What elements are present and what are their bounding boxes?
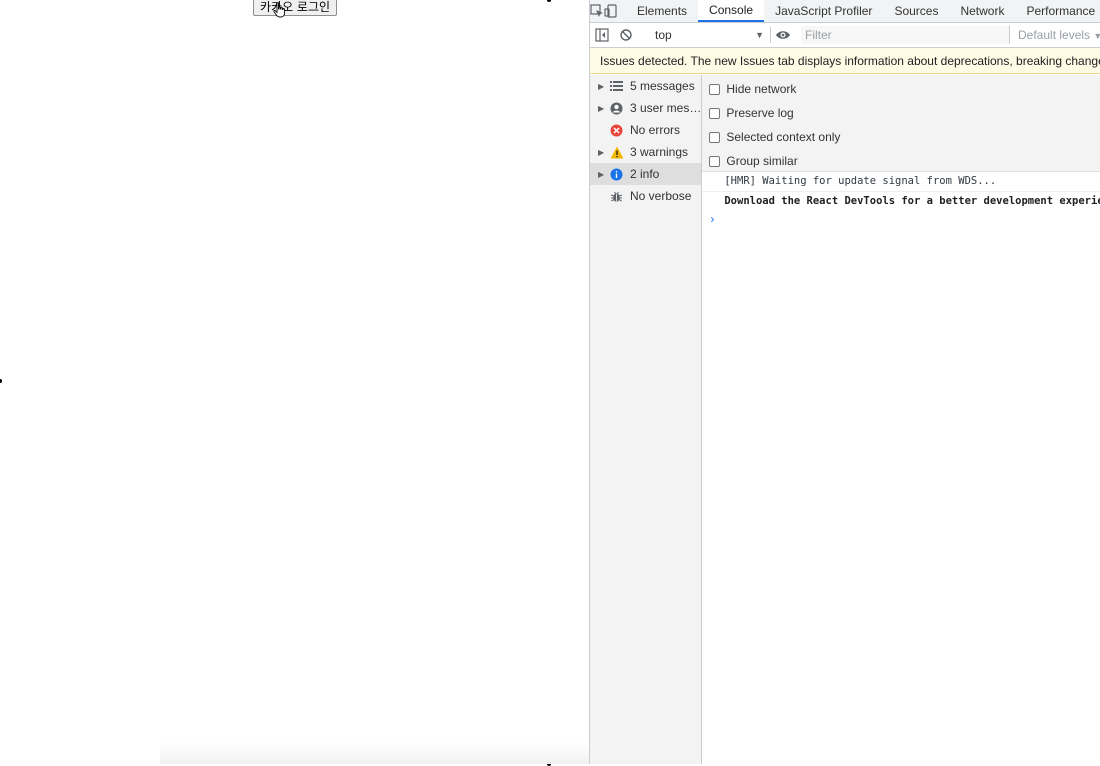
devtools-tabbar: Elements Console JavaScript Profiler Sou…	[590, 0, 1100, 23]
tab-network[interactable]: Network	[949, 0, 1015, 22]
console-main: Hide network Preserve log Selected conte…	[702, 75, 1100, 764]
tab-sources[interactable]: Sources	[883, 0, 949, 22]
console-prompt[interactable]: ›	[702, 211, 1100, 229]
option-label: Selected context only	[726, 130, 841, 144]
prompt-chevron-icon: ›	[710, 212, 715, 226]
warning-icon	[610, 146, 630, 159]
list-icon	[610, 81, 630, 91]
sidebar-item-errors[interactable]: No errors	[590, 119, 701, 141]
hand-pointer-icon	[273, 2, 285, 18]
sidebar-item-user-messages[interactable]: ▶ 3 user mes…	[590, 97, 701, 119]
checkbox[interactable]	[709, 107, 721, 119]
dropdown-arrow-icon: ▼	[1093, 31, 1100, 41]
sidebar-item-messages[interactable]: ▶ 5 messages	[590, 75, 701, 97]
dropdown-arrow-icon: ▼	[755, 30, 764, 40]
bug-icon	[610, 190, 630, 203]
sidebar-item-label: 2 info	[630, 167, 660, 181]
console-message[interactable]: [HMR] Waiting for update signal from WDS…	[702, 172, 1100, 192]
page-viewport: 카카오 로그인	[0, 0, 589, 766]
sidebar-item-verbose[interactable]: No verbose	[590, 185, 701, 207]
sidebar-item-label: 3 user mes…	[630, 101, 702, 115]
resize-handle[interactable]	[0, 379, 2, 383]
issues-banner: Issues detected. The new Issues tab disp…	[590, 48, 1100, 74]
resize-handle[interactable]	[547, 0, 551, 2]
log-levels-label: Default levels	[1018, 28, 1091, 42]
sidebar-item-label: 5 messages	[630, 79, 695, 93]
option-label: Preserve log	[726, 106, 794, 120]
clear-console-icon[interactable]	[614, 28, 638, 42]
error-icon	[610, 124, 630, 137]
inspect-element-icon[interactable]	[590, 0, 604, 22]
expand-arrow-icon[interactable]: ▶	[598, 170, 610, 179]
option-label: Hide network	[726, 82, 797, 96]
filter-input[interactable]: Filter	[801, 26, 1010, 44]
user-icon	[610, 102, 630, 115]
devtools-panel: Elements Console JavaScript Profiler Sou…	[589, 0, 1100, 764]
device-toolbar-icon[interactable]	[604, 0, 618, 22]
log-levels-dropdown[interactable]: Default levels ▼	[1010, 28, 1100, 42]
scroll-shadow	[160, 742, 589, 764]
expand-arrow-icon[interactable]: ▶	[598, 82, 610, 91]
option-selected-context-only[interactable]: Selected context only	[702, 125, 1100, 149]
tab-console[interactable]: Console	[698, 0, 765, 22]
console-toolbar: top ▼ Filter Default levels ▼	[590, 23, 1100, 48]
option-label: Group similar	[726, 154, 798, 168]
option-hide-network[interactable]: Hide network	[702, 77, 1100, 101]
console-settings: Hide network Preserve log Selected conte…	[702, 75, 1100, 172]
sidebar-item-label: 3 warnings	[630, 145, 689, 159]
checkbox[interactable]	[709, 155, 721, 167]
expand-arrow-icon[interactable]: ▶	[598, 104, 610, 113]
live-expression-eye-icon[interactable]	[771, 29, 795, 41]
issues-banner-text: Issues detected. The new Issues tab disp…	[600, 53, 1100, 68]
console-message[interactable]: Download the React DevTools for a better…	[702, 192, 1100, 211]
sidebar-item-warnings[interactable]: ▶ 3 warnings	[590, 141, 701, 163]
context-value: top	[655, 28, 672, 42]
checkbox[interactable]	[709, 83, 721, 95]
console-sidebar: ▶ 5 messages ▶ 3 user mes… No errors ▶ 3…	[590, 75, 703, 764]
tab-elements[interactable]: Elements	[626, 0, 698, 22]
option-preserve-log[interactable]: Preserve log	[702, 101, 1100, 125]
sidebar-item-label: No verbose	[630, 189, 692, 203]
tab-performance[interactable]: Performance	[1015, 0, 1100, 22]
tab-javascript-profiler[interactable]: JavaScript Profiler	[764, 0, 883, 22]
info-icon	[610, 168, 630, 181]
sidebar-item-info[interactable]: ▶ 2 info	[590, 163, 702, 185]
context-selector[interactable]: top ▼	[647, 27, 771, 43]
kakao-login-button[interactable]: 카카오 로그인	[253, 0, 338, 16]
sidebar-item-label: No errors	[630, 123, 681, 137]
checkbox[interactable]	[709, 131, 721, 143]
expand-arrow-icon[interactable]: ▶	[598, 148, 610, 157]
sidebar-toggle-icon[interactable]	[590, 28, 614, 42]
option-group-similar[interactable]: Group similar	[702, 149, 1100, 173]
